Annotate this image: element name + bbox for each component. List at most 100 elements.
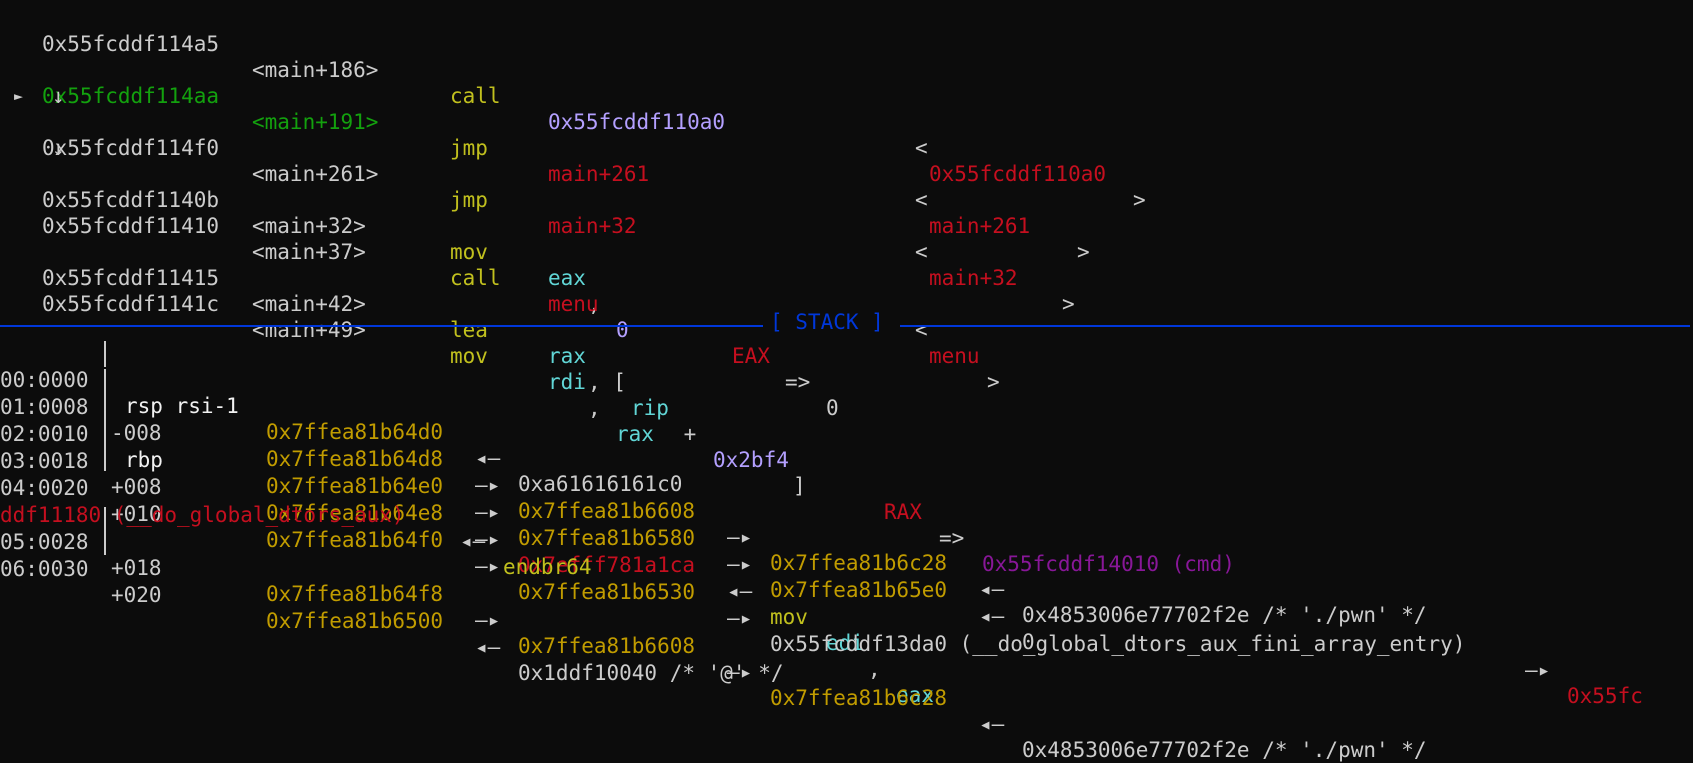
stack-pointer: 0x7ffea81b6c28 — [770, 686, 948, 710]
stack-row: 00:0000 rsp rsi-1 0x7ffea81b64d0 ◂— 0xa6… — [0, 341, 682, 496]
chain-arrow: ◂— — [475, 635, 501, 659]
register: rip — [631, 396, 669, 420]
arrow-down-icon: ↓ — [52, 84, 65, 108]
opcode: call — [450, 84, 501, 108]
symbol: <main+49> — [252, 318, 366, 342]
annotation-value: 0 — [826, 396, 839, 420]
instruction: mov — [770, 605, 808, 629]
chain-arrow: —▸ — [727, 606, 753, 630]
opcode: lea — [450, 318, 488, 342]
stack-pointer: 0x7ffea81b6608 — [518, 634, 696, 658]
chain-arrow: ◂— — [979, 604, 1005, 628]
stack-address: 0x7ffea81b64f0 — [266, 528, 444, 552]
address: 0x55fcddf114f0 — [42, 136, 220, 160]
comment-bracket: < — [915, 318, 928, 342]
stack-offset: rsp rsi-1 — [125, 394, 239, 418]
data-pointer: 0x55fcddf13da0 (__do_global_dtors_aux_fi… — [770, 632, 1466, 656]
symbol: <main+37> — [252, 240, 366, 264]
stack-pointer: 0x7ffea81b6608 — [518, 499, 696, 523]
comment-bracket: > — [987, 370, 1000, 394]
stack-offset: +020 — [111, 583, 162, 607]
comment-target: 0x55fcddf110a0 — [929, 162, 1107, 186]
punctuation: + — [671, 422, 709, 446]
address: 0x55fcddf1140b — [42, 188, 220, 212]
chain-arrow: —▸ — [475, 608, 501, 632]
comment-bracket: < — [915, 188, 928, 212]
chain-arrow: —▸ — [727, 525, 753, 549]
stack-offset: +008 — [111, 475, 162, 499]
stack-row: 04:0020 +010 0x7ffea81b64f0 —▸ 0x7ffea81… — [0, 449, 1643, 708]
pointer-icon: ► — [14, 87, 24, 105]
chain-arrow: ◂— — [460, 529, 486, 553]
stack-value: 0x1ddf10040 /* '@' */ — [518, 661, 784, 685]
address: 0x55fcddf11410 — [42, 214, 220, 238]
stack-pointer: 0x7ffea81b6c28 — [770, 551, 948, 575]
opcode: jmp — [450, 136, 488, 160]
disasm-line: 0x55fcddf11415 <main+42> lea rax , [ rip… — [42, 239, 1235, 576]
chain-arrow: ◂— — [727, 579, 753, 603]
register: rax — [548, 344, 586, 368]
chain-arrow: ◂— — [979, 712, 1005, 736]
stack-row: 06:0030 +020 0x7ffea81b6500 ◂— 0x1ddf100… — [0, 530, 784, 685]
stack-row: 02:0010 rbp 0x7ffea81b64e0 —▸ 0x7ffea81b… — [0, 395, 1035, 654]
symbol: <main+42> — [252, 292, 366, 316]
annotation-register: EAX — [732, 344, 770, 368]
chain-arrow: —▸ — [1525, 658, 1551, 682]
immediate: 0x2bf4 — [713, 448, 789, 472]
chain-arrow: ◂— — [979, 577, 1005, 601]
address: 0x55fcddf11415 — [42, 266, 220, 290]
comment-bracket: > — [1133, 188, 1146, 212]
comment-bracket: < — [915, 240, 928, 264]
instruction: endbr64 — [503, 555, 592, 579]
stack-index: 06:0030 — [0, 557, 89, 581]
section-divider — [0, 325, 763, 327]
register: rax — [616, 422, 654, 446]
stack-row-continuation: ddf11180 (__do_global_dtors_aux) ◂— endb… — [0, 476, 592, 579]
address: 0x55fcddf114a5 — [42, 32, 220, 56]
arrow-down-icon: ↓ — [52, 136, 65, 160]
code-pointer: 0x55fc — [1567, 684, 1643, 708]
stack-value: 0x4853006e77702f2e /* './pwn' */ — [1022, 738, 1427, 762]
symbol: <main+186> — [252, 58, 379, 82]
address: 0x55fcddf1141c — [42, 292, 220, 316]
stack-row: 05:0028 +018 0x7ffea81b64f8 —▸ 0x7ffea81… — [0, 503, 1427, 762]
stack-pointer: 0x7ffea81b6580 — [518, 526, 696, 550]
stack-value: 0xa61616161c0 — [518, 472, 683, 496]
operand: menu — [548, 292, 599, 316]
stack-address: 0x7ffea81b64d8 — [266, 447, 444, 471]
address: 0x55fcddf114aa — [42, 84, 220, 108]
disasm-line: 0x55fcddf1140b <main+32> mov eax , 0 EAX… — [42, 161, 839, 420]
comment-bracket: < — [915, 136, 928, 160]
punctuation: , — [868, 657, 881, 681]
punctuation: ] — [793, 474, 806, 498]
stack-offset: rbp — [125, 448, 163, 472]
symbol: <main+32> — [252, 214, 366, 238]
comment-bracket: > — [1077, 240, 1090, 264]
opcode: jmp — [450, 188, 488, 212]
stack-section-title: [ STACK ] — [770, 310, 884, 334]
comment-target: main+32 — [929, 266, 1018, 290]
punctuation: , — [588, 396, 601, 420]
comment-bracket: > — [1062, 292, 1075, 316]
section-divider — [900, 325, 1690, 327]
stack-row: 01:0008 -008 0x7ffea81b64d8 —▸ 0x7ffea81… — [0, 368, 1427, 627]
opcode: mov — [450, 344, 488, 368]
immediate: 0 — [616, 318, 629, 342]
chain-arrow: —▸ — [475, 500, 501, 524]
disasm-line: 0x55fcddf114f0 <main+261> jmp main+32 < … — [42, 109, 1075, 316]
stack-offset: +018 — [111, 556, 162, 580]
stack-address: 0x7ffea81b64d0 — [266, 420, 444, 444]
stack-value: 0x4853006e77702f2e /* './pwn' */ — [1022, 603, 1427, 627]
symbol: <main+191> — [252, 110, 379, 134]
stack-address: 0x7ffea81b6500 — [266, 609, 444, 633]
annotation-arrow: => — [939, 526, 965, 550]
code-pointer: ddf11180 (__do_global_dtors_aux) — [0, 503, 405, 527]
disasm-line: 0x55fcddf11410 <main+37> call menu < men… — [42, 187, 1000, 394]
disasm-line: 0x55fcddf114a5 <main+186> call 0x55fcddf… — [42, 5, 1146, 212]
operand: main+32 — [548, 214, 637, 238]
stack-pointer: 0x7ffea81b6530 — [518, 580, 696, 604]
comment-target: main+261 — [929, 214, 1031, 238]
operand: main+261 — [548, 162, 650, 186]
punctuation: , [ — [588, 370, 626, 394]
opcode: mov — [450, 240, 488, 264]
